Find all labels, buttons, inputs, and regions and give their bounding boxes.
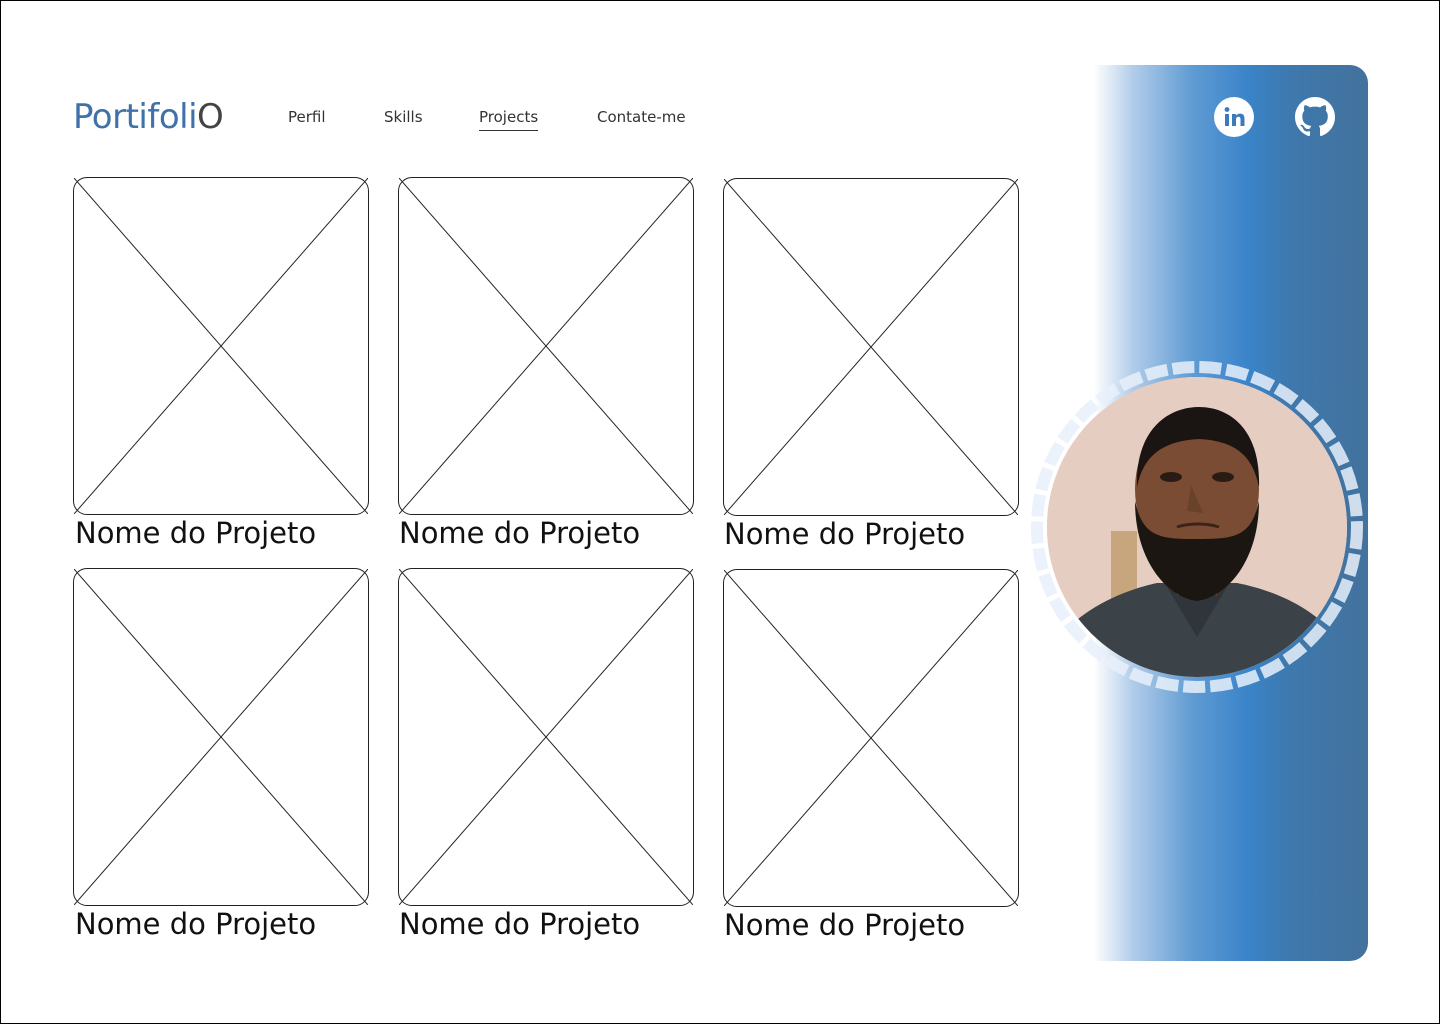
project-title[interactable]: Nome do Projeto — [75, 906, 316, 942]
page-frame: PortifoliO Perfil Skills Projects Contat… — [0, 0, 1440, 1024]
image-placeholder-icon — [399, 569, 693, 905]
avatar — [1031, 361, 1363, 693]
nav-contate-me[interactable]: Contate-me — [597, 107, 686, 131]
nav-perfil[interactable]: Perfil — [288, 107, 326, 131]
image-placeholder-icon — [724, 570, 1018, 906]
logo-text-main: Portifoli — [73, 97, 198, 137]
project-card[interactable] — [723, 178, 1019, 516]
image-placeholder-icon — [74, 569, 368, 905]
project-title[interactable]: Nome do Projeto — [724, 516, 965, 552]
project-title[interactable]: Nome do Projeto — [724, 907, 965, 943]
github-icon — [1295, 97, 1335, 137]
nav-skills[interactable]: Skills — [384, 107, 423, 131]
logo-text-last: O — [197, 97, 224, 137]
project-card[interactable] — [398, 568, 694, 906]
github-button[interactable] — [1295, 97, 1335, 137]
project-card[interactable] — [398, 177, 694, 515]
image-placeholder-icon — [74, 178, 368, 514]
project-card[interactable] — [73, 568, 369, 906]
linkedin-button[interactable] — [1214, 97, 1254, 137]
project-card[interactable] — [723, 569, 1019, 907]
site-logo[interactable]: PortifoliO — [73, 95, 224, 139]
linkedin-icon — [1214, 97, 1254, 137]
nav-projects[interactable]: Projects — [479, 107, 539, 131]
project-title[interactable]: Nome do Projeto — [399, 906, 640, 942]
image-placeholder-icon — [724, 179, 1018, 515]
image-placeholder-icon — [399, 178, 693, 514]
project-title[interactable]: Nome do Projeto — [75, 515, 316, 551]
project-card[interactable] — [73, 177, 369, 515]
project-title[interactable]: Nome do Projeto — [399, 515, 640, 551]
profile-avatar — [1031, 361, 1363, 693]
